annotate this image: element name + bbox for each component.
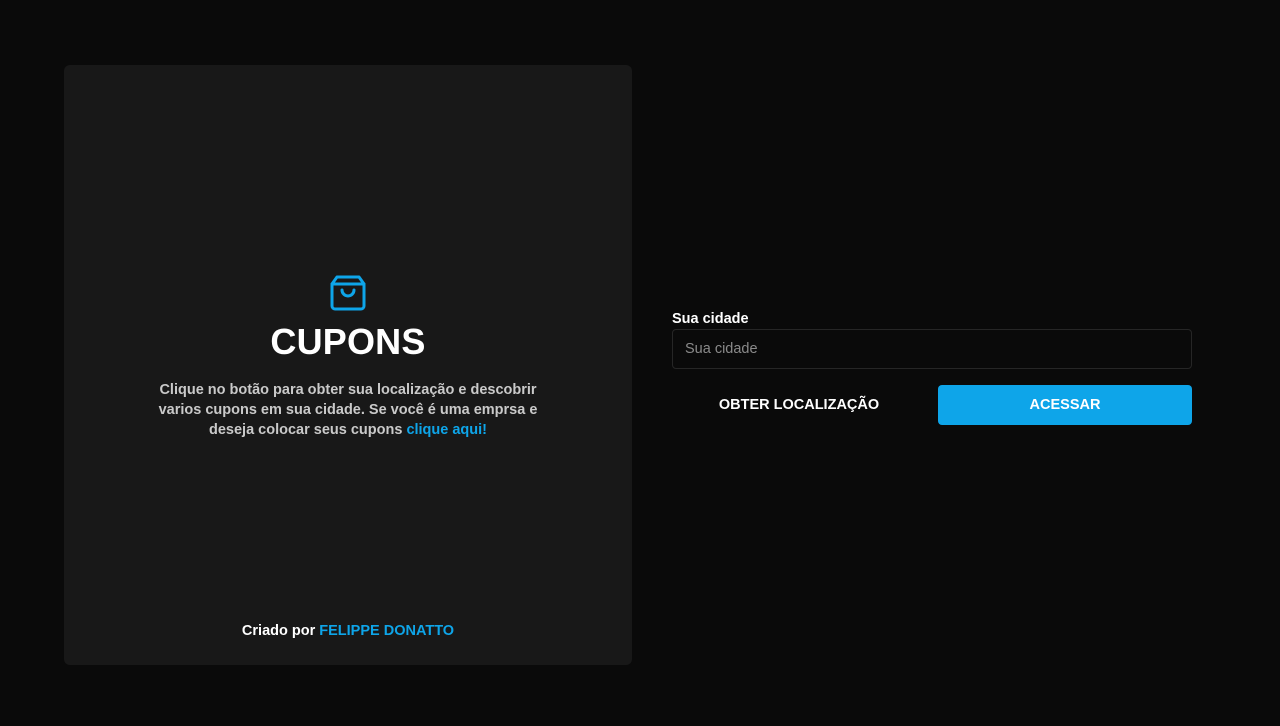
shopping-bag-icon [328,273,368,313]
register-link[interactable]: clique aqui! [406,422,487,438]
page-title: CUPONS [270,321,426,362]
hero-content: CUPONS Clique no botão para obter sua lo… [64,273,632,440]
get-location-button[interactable]: OBTER LOCALIZAÇÃO [672,385,926,425]
city-label: Sua cidade [672,311,749,327]
form-actions: OBTER LOCALIZAÇÃO ACESSAR [672,385,1192,425]
city-form: Sua cidade OBTER LOCALIZAÇÃO ACESSAR [672,309,1192,425]
credit-prefix: Criado por [241,623,320,639]
city-input[interactable] [672,329,1192,369]
author-link[interactable]: FELIPPE DONATTO [319,623,454,639]
access-button[interactable]: ACESSAR [938,385,1192,425]
page: CUPONS Clique no botão para obter sua lo… [0,0,1280,726]
hero-description: Clique no botão para obter sua localizaç… [158,380,538,440]
credit: Criado por FELIPPE DONATTO [64,623,632,639]
hero-card: CUPONS Clique no botão para obter sua lo… [64,65,632,665]
